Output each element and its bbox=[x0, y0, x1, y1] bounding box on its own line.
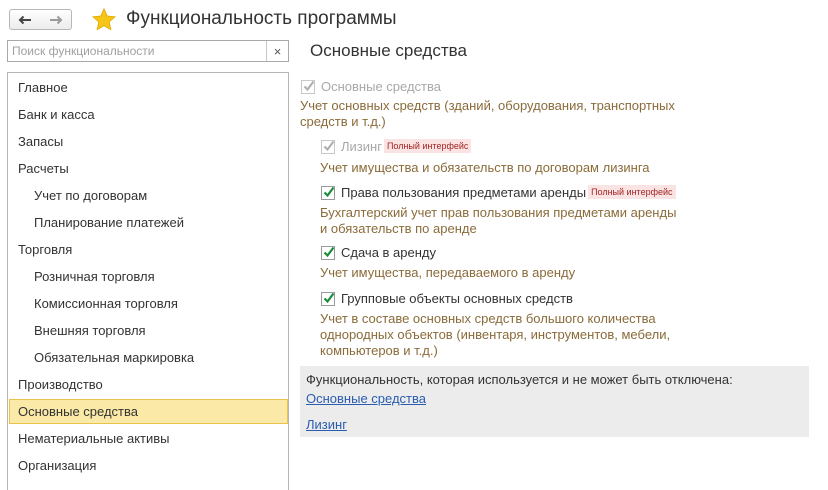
fixed-assets-description: Учет основных средств (зданий, оборудова… bbox=[300, 98, 675, 129]
leasing-label: Лизинг Полный интерфейс bbox=[341, 139, 472, 154]
sidebar-item-intangible-assets[interactable]: Нематериальные активы bbox=[9, 426, 288, 451]
sidebar-item-inventory[interactable]: Запасы bbox=[9, 129, 288, 154]
group-assets-label: Групповые объекты основных средств bbox=[341, 291, 573, 306]
search-box: × bbox=[7, 40, 289, 62]
checkmark-icon bbox=[323, 292, 335, 304]
group-assets-checkbox[interactable] bbox=[321, 292, 335, 306]
rent-out-description: Учет имущества, передаваемого в аренду bbox=[320, 265, 576, 280]
sidebar-item-bank[interactable]: Банк и касса bbox=[9, 102, 288, 127]
group-assets-description: Учет в составе основных средств большого… bbox=[320, 311, 671, 358]
sections-list: Главное Банк и касса Запасы Расчеты Учет… bbox=[7, 72, 289, 490]
arrow-left-icon bbox=[18, 15, 31, 24]
checkmark-icon bbox=[323, 140, 335, 152]
title-bar: Функциональность программы bbox=[0, 0, 828, 38]
back-button[interactable] bbox=[9, 9, 41, 30]
checkmark-icon bbox=[323, 246, 335, 258]
always-on-info-panel: Функциональность, которая используется и… bbox=[300, 366, 809, 437]
sidebar-item-retail[interactable]: Розничная торговля bbox=[9, 264, 288, 289]
rent-out-label: Сдача в аренду bbox=[341, 245, 437, 260]
full-interface-badge: Полный интерфейс bbox=[588, 185, 676, 199]
sidebar-item-main[interactable]: Главное bbox=[9, 75, 288, 100]
leasing-description: Учет имущества и обязательств по договор… bbox=[320, 160, 650, 175]
lease-rights-checkbox[interactable] bbox=[321, 186, 335, 200]
sidebar-item-settlements[interactable]: Расчеты bbox=[9, 156, 288, 181]
link-fixed-assets[interactable]: Основные средства bbox=[306, 391, 426, 406]
lease-rights-label: Права пользования предметами аренды Полны… bbox=[341, 185, 676, 200]
sidebar-item-contracts[interactable]: Учет по договорам bbox=[9, 183, 288, 208]
window-title: Функциональность программы bbox=[126, 8, 397, 29]
checkmark-icon bbox=[323, 186, 335, 198]
sidebar-item-organization[interactable]: Организация bbox=[9, 453, 288, 478]
sidebar-item-trade[interactable]: Торговля bbox=[9, 237, 288, 262]
star-icon[interactable] bbox=[92, 8, 116, 31]
rent-out-checkbox[interactable] bbox=[321, 246, 335, 260]
sidebar-item-payment-planning[interactable]: Планирование платежей bbox=[9, 210, 288, 235]
sidebar-item-marking[interactable]: Обязательная маркировка bbox=[9, 345, 288, 370]
fixed-assets-label: Основные средства bbox=[321, 79, 441, 94]
fixed-assets-checkbox[interactable] bbox=[301, 80, 315, 94]
sidebar-item-commission[interactable]: Комиссионная торговля bbox=[9, 291, 288, 316]
close-icon: × bbox=[273, 43, 282, 59]
section-title: Основные средства bbox=[310, 41, 467, 60]
sidebar-item-foreign-trade[interactable]: Внешняя торговля bbox=[9, 318, 288, 343]
lease-rights-description: Бухгалтерский учет прав пользования пред… bbox=[320, 205, 677, 236]
search-input[interactable] bbox=[8, 41, 266, 61]
checkmark-icon bbox=[303, 80, 315, 92]
sidebar-item-production[interactable]: Производство bbox=[9, 372, 288, 397]
clear-search-button[interactable]: × bbox=[266, 41, 288, 61]
leasing-checkbox[interactable] bbox=[321, 140, 335, 154]
link-leasing[interactable]: Лизинг bbox=[306, 417, 347, 432]
info-caption: Функциональность, которая используется и… bbox=[306, 372, 733, 387]
sidebar-item-fixed-assets[interactable]: Основные средства bbox=[9, 399, 288, 424]
full-interface-badge: Полный интерфейс bbox=[383, 139, 472, 153]
forward-button[interactable] bbox=[40, 9, 72, 30]
arrow-right-icon bbox=[49, 15, 62, 24]
